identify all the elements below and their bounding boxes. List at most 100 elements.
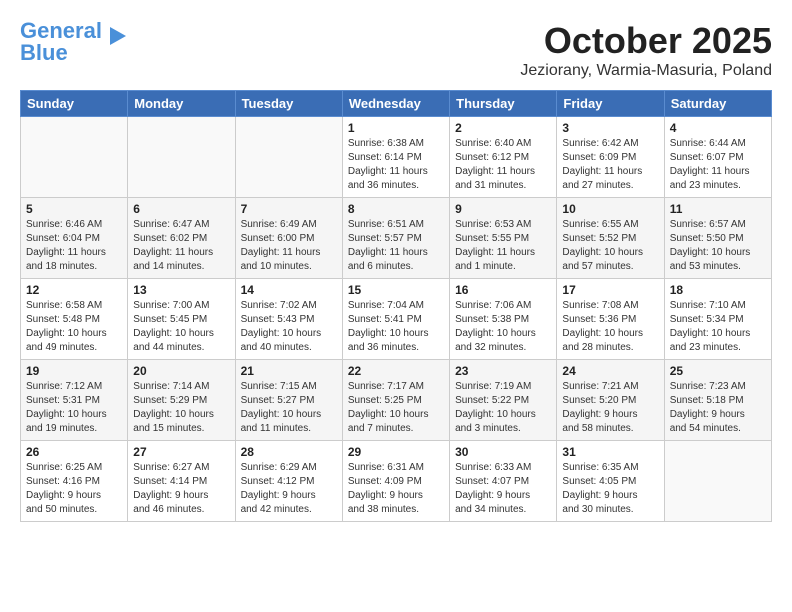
day-number: 1 [348,121,444,135]
day-number: 25 [670,364,766,378]
weekday-header-tuesday: Tuesday [235,91,342,117]
calendar-cell: 2Sunrise: 6:40 AM Sunset: 6:12 PM Daylig… [450,117,557,198]
day-info: Sunrise: 7:15 AM Sunset: 5:27 PM Dayligh… [241,380,337,436]
day-info: Sunrise: 6:58 AM Sunset: 5:48 PM Dayligh… [26,299,122,355]
calendar-cell: 20 Sunrise: 7:14 AM Sunset: 5:29 PM Dayli… [128,360,235,441]
title-area: October 2025 Jeziorany, Warmia-Masuria, … [520,20,772,80]
calendar-week-row: 12Sunrise: 6:58 AM Sunset: 5:48 PM Dayli… [21,279,772,360]
calendar-cell [664,441,771,522]
calendar-cell: 11 Sunrise: 6:57 AM Sunset: 5:50 PM Dayli… [664,198,771,279]
day-info: Sunrise: 7:21 AM Sunset: 5:20 PM Dayligh… [562,380,658,436]
calendar-cell: 27 Sunrise: 6:27 AM Sunset: 4:14 PM Dayli… [128,441,235,522]
day-number: 10 [562,202,658,216]
day-info: Sunrise: 6:40 AM Sunset: 6:12 PM Dayligh… [455,137,551,193]
calendar-week-row: 26 Sunrise: 6:25 AM Sunset: 4:16 PM Dayli… [21,441,772,522]
calendar-cell: 18 Sunrise: 7:10 AM Sunset: 5:34 PM Dayli… [664,279,771,360]
day-info: Sunrise: 6:33 AM Sunset: 4:07 PM Dayligh… [455,461,551,517]
day-info: Sunrise: 7:14 AM Sunset: 5:29 PM Dayligh… [133,380,229,436]
day-number: 14 [241,283,337,297]
weekday-header-wednesday: Wednesday [342,91,449,117]
calendar-cell: 24 Sunrise: 7:21 AM Sunset: 5:20 PM Dayli… [557,360,664,441]
calendar-cell: 30 Sunrise: 6:33 AM Sunset: 4:07 PM Dayli… [450,441,557,522]
day-number: 27 [133,445,229,459]
calendar-cell: 22 Sunrise: 7:17 AM Sunset: 5:25 PM Dayli… [342,360,449,441]
day-number: 17 [562,283,658,297]
logo-arrow-icon [106,25,128,47]
day-number: 9 [455,202,551,216]
day-number: 20 [133,364,229,378]
calendar-cell: 14 Sunrise: 7:02 AM Sunset: 5:43 PM Dayli… [235,279,342,360]
day-number: 29 [348,445,444,459]
weekday-header-saturday: Saturday [664,91,771,117]
calendar-cell [21,117,128,198]
calendar-cell: 16 Sunrise: 7:06 AM Sunset: 5:38 PM Dayli… [450,279,557,360]
weekday-header-thursday: Thursday [450,91,557,117]
calendar-cell: 21Sunrise: 7:15 AM Sunset: 5:27 PM Dayli… [235,360,342,441]
day-info: Sunrise: 7:06 AM Sunset: 5:38 PM Dayligh… [455,299,551,355]
day-number: 23 [455,364,551,378]
day-number: 18 [670,283,766,297]
day-number: 11 [670,202,766,216]
calendar-cell: 29 Sunrise: 6:31 AM Sunset: 4:09 PM Dayli… [342,441,449,522]
day-number: 7 [241,202,337,216]
calendar-cell: 23 Sunrise: 7:19 AM Sunset: 5:22 PM Dayli… [450,360,557,441]
calendar-cell: 10 Sunrise: 6:55 AM Sunset: 5:52 PM Dayli… [557,198,664,279]
day-info: Sunrise: 6:35 AM Sunset: 4:05 PM Dayligh… [562,461,658,517]
day-info: Sunrise: 6:29 AM Sunset: 4:12 PM Dayligh… [241,461,337,517]
calendar-cell: 5Sunrise: 6:46 AM Sunset: 6:04 PM Daylig… [21,198,128,279]
calendar-cell: 31 Sunrise: 6:35 AM Sunset: 4:05 PM Dayli… [557,441,664,522]
calendar-week-row: 5Sunrise: 6:46 AM Sunset: 6:04 PM Daylig… [21,198,772,279]
logo-text: General Blue [20,20,102,64]
day-number: 15 [348,283,444,297]
calendar-cell: 15 Sunrise: 7:04 AM Sunset: 5:41 PM Dayli… [342,279,449,360]
calendar-cell: 12Sunrise: 6:58 AM Sunset: 5:48 PM Dayli… [21,279,128,360]
day-info: Sunrise: 6:53 AM Sunset: 5:55 PM Dayligh… [455,218,551,274]
calendar-cell [235,117,342,198]
day-info: Sunrise: 6:42 AM Sunset: 6:09 PM Dayligh… [562,137,658,193]
calendar-week-row: 19Sunrise: 7:12 AM Sunset: 5:31 PM Dayli… [21,360,772,441]
day-info: Sunrise: 7:08 AM Sunset: 5:36 PM Dayligh… [562,299,658,355]
day-number: 26 [26,445,122,459]
calendar-cell: 9 Sunrise: 6:53 AM Sunset: 5:55 PM Daylig… [450,198,557,279]
calendar-cell: 17 Sunrise: 7:08 AM Sunset: 5:36 PM Dayli… [557,279,664,360]
day-info: Sunrise: 6:38 AM Sunset: 6:14 PM Dayligh… [348,137,444,193]
day-number: 22 [348,364,444,378]
day-info: Sunrise: 6:44 AM Sunset: 6:07 PM Dayligh… [670,137,766,193]
weekday-header-monday: Monday [128,91,235,117]
day-number: 31 [562,445,658,459]
day-info: Sunrise: 6:25 AM Sunset: 4:16 PM Dayligh… [26,461,122,517]
day-number: 30 [455,445,551,459]
day-info: Sunrise: 6:51 AM Sunset: 5:57 PM Dayligh… [348,218,444,274]
day-number: 13 [133,283,229,297]
calendar-cell: 1 Sunrise: 6:38 AM Sunset: 6:14 PM Daylig… [342,117,449,198]
day-number: 5 [26,202,122,216]
day-info: Sunrise: 7:00 AM Sunset: 5:45 PM Dayligh… [133,299,229,355]
day-info: Sunrise: 7:23 AM Sunset: 5:18 PM Dayligh… [670,380,766,436]
day-info: Sunrise: 6:57 AM Sunset: 5:50 PM Dayligh… [670,218,766,274]
calendar-cell: 4 Sunrise: 6:44 AM Sunset: 6:07 PM Daylig… [664,117,771,198]
day-info: Sunrise: 6:55 AM Sunset: 5:52 PM Dayligh… [562,218,658,274]
day-number: 4 [670,121,766,135]
day-info: Sunrise: 7:19 AM Sunset: 5:22 PM Dayligh… [455,380,551,436]
calendar-cell: 25 Sunrise: 7:23 AM Sunset: 5:18 PM Dayli… [664,360,771,441]
calendar-cell [128,117,235,198]
day-info: Sunrise: 7:04 AM Sunset: 5:41 PM Dayligh… [348,299,444,355]
day-number: 6 [133,202,229,216]
day-info: Sunrise: 6:27 AM Sunset: 4:14 PM Dayligh… [133,461,229,517]
calendar-cell: 28 Sunrise: 6:29 AM Sunset: 4:12 PM Dayli… [235,441,342,522]
day-number: 28 [241,445,337,459]
calendar-cell: 26 Sunrise: 6:25 AM Sunset: 4:16 PM Dayli… [21,441,128,522]
day-info: Sunrise: 7:10 AM Sunset: 5:34 PM Dayligh… [670,299,766,355]
month-title: October 2025 [520,20,772,62]
day-number: 16 [455,283,551,297]
calendar-week-row: 1 Sunrise: 6:38 AM Sunset: 6:14 PM Daylig… [21,117,772,198]
day-info: Sunrise: 6:31 AM Sunset: 4:09 PM Dayligh… [348,461,444,517]
header: General Blue October 2025 Jeziorany, War… [20,20,772,80]
weekday-header-row: SundayMondayTuesdayWednesdayThursdayFrid… [21,91,772,117]
calendar-cell: 7 Sunrise: 6:49 AM Sunset: 6:00 PM Daylig… [235,198,342,279]
day-number: 24 [562,364,658,378]
day-info: Sunrise: 6:49 AM Sunset: 6:00 PM Dayligh… [241,218,337,274]
day-info: Sunrise: 7:17 AM Sunset: 5:25 PM Dayligh… [348,380,444,436]
day-info: Sunrise: 6:47 AM Sunset: 6:02 PM Dayligh… [133,218,229,274]
day-info: Sunrise: 7:02 AM Sunset: 5:43 PM Dayligh… [241,299,337,355]
